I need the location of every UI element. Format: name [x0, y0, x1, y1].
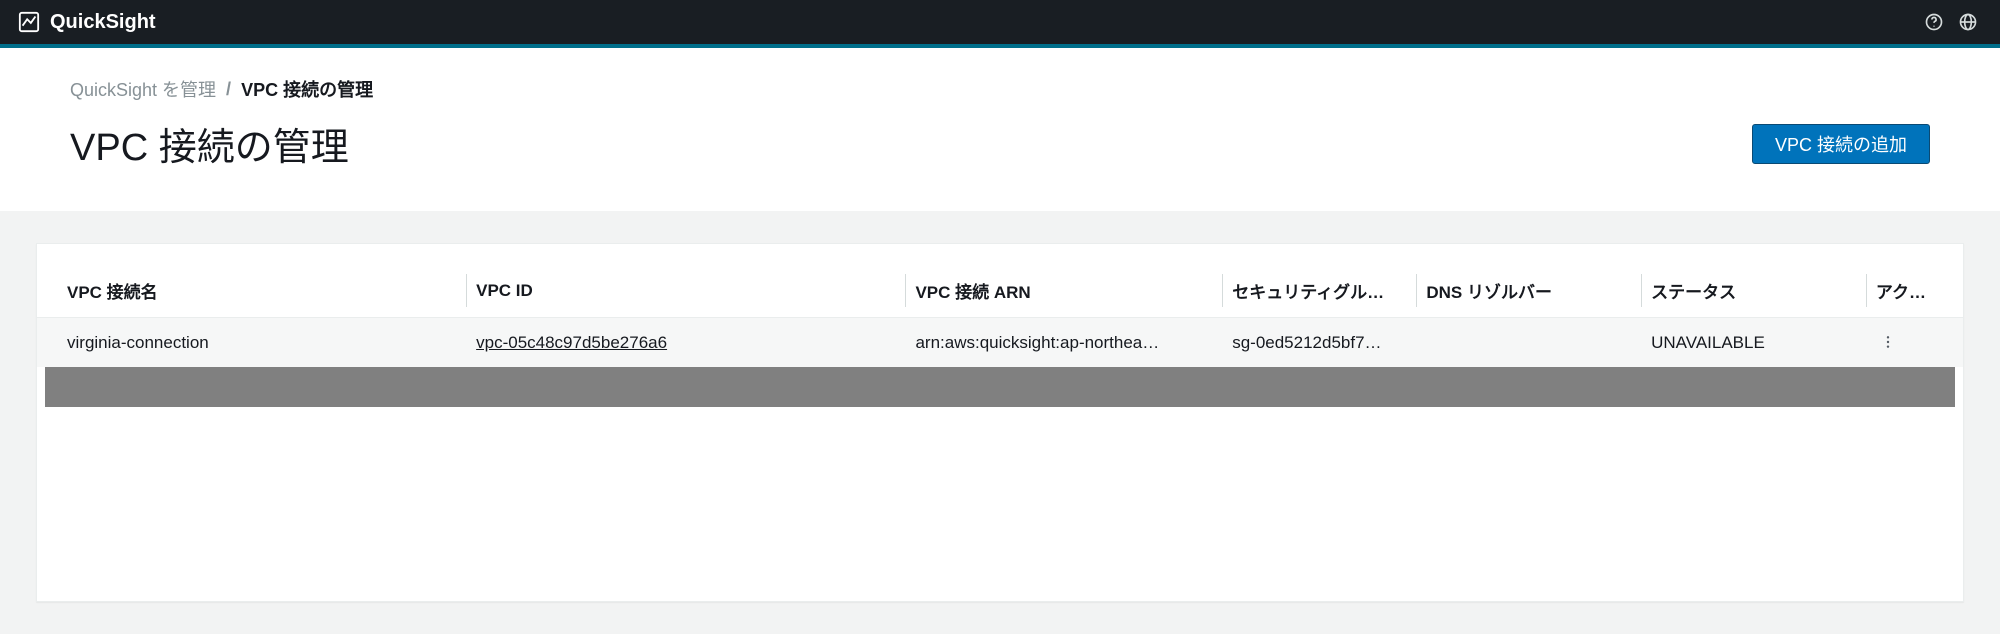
- col-header-dns[interactable]: DNS リゾルバー: [1416, 264, 1641, 318]
- col-header-vpcid[interactable]: VPC ID: [466, 264, 905, 318]
- col-header-name[interactable]: VPC 接続名: [37, 264, 466, 318]
- cell-actions: [1866, 318, 1963, 368]
- cell-dns: [1416, 318, 1641, 368]
- brand[interactable]: QuickSight: [18, 11, 156, 34]
- page-header: QuickSight を管理 / VPC 接続の管理 VPC 接続の管理 VPC…: [0, 48, 2000, 211]
- breadcrumb-sep: /: [226, 79, 231, 100]
- vpc-connections-table: VPC 接続名 VPC ID VPC 接続 ARN セキュリティグル… DNS …: [37, 264, 1963, 367]
- breadcrumb-parent[interactable]: QuickSight を管理: [70, 76, 216, 102]
- cell-arn: arn:aws:quicksight:ap-northea…: [905, 318, 1222, 368]
- cell-connection-name[interactable]: virginia-connection: [37, 318, 466, 368]
- app-root: QuickSight QuickSight を管理 / VPC 接続の管理: [0, 0, 2000, 634]
- body-region: VPC 接続名 VPC ID VPC 接続 ARN セキュリティグル… DNS …: [0, 211, 2000, 634]
- brand-name: QuickSight: [50, 11, 156, 34]
- cell-sg: sg-0ed5212d5bf7…: [1222, 318, 1416, 368]
- globe-icon[interactable]: [1954, 8, 1982, 36]
- quicksight-logo-icon: [18, 11, 40, 33]
- horizontal-scrollbar[interactable]: [45, 367, 1955, 407]
- col-header-status[interactable]: ステータス: [1641, 264, 1866, 318]
- add-vpc-connection-button[interactable]: VPC 接続の追加: [1752, 124, 1930, 164]
- table-row[interactable]: virginia-connection vpc-05c48c97d5be276a…: [37, 318, 1963, 368]
- table-header-row: VPC 接続名 VPC ID VPC 接続 ARN セキュリティグル… DNS …: [37, 264, 1963, 318]
- help-icon[interactable]: [1920, 8, 1948, 36]
- top-bar: QuickSight: [0, 0, 2000, 44]
- vpc-connections-panel: VPC 接続名 VPC ID VPC 接続 ARN セキュリティグル… DNS …: [36, 243, 1964, 602]
- col-header-sg[interactable]: セキュリティグル…: [1222, 264, 1416, 318]
- cell-vpc-id[interactable]: vpc-05c48c97d5be276a6: [466, 318, 905, 368]
- page-title: VPC 接続の管理: [70, 116, 349, 171]
- row-actions-kebab-icon[interactable]: [1876, 330, 1900, 354]
- col-header-actions[interactable]: アク…: [1866, 264, 1963, 318]
- cell-status: UNAVAILABLE: [1641, 318, 1866, 368]
- table-wrap: VPC 接続名 VPC ID VPC 接続 ARN セキュリティグル… DNS …: [37, 244, 1963, 407]
- col-header-arn[interactable]: VPC 接続 ARN: [905, 264, 1222, 318]
- breadcrumb-current: VPC 接続の管理: [241, 76, 373, 102]
- breadcrumb: QuickSight を管理 / VPC 接続の管理: [70, 76, 1930, 102]
